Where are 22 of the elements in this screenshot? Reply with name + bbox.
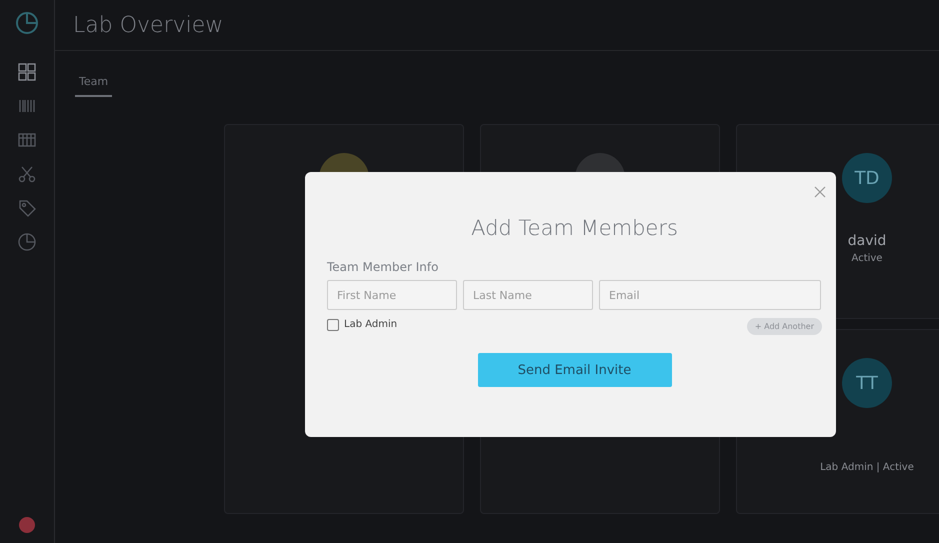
member-avatar: TD — [842, 153, 892, 203]
lab-admin-checkbox[interactable]: Lab Admin — [327, 318, 398, 330]
member-name: david — [848, 233, 886, 249]
page-title: Lab Overview — [73, 12, 224, 38]
dialog-title: Add Team Members — [470, 216, 679, 240]
sidebar-tag-icon[interactable] — [17, 198, 37, 218]
member-avatar: TT — [842, 358, 892, 408]
first-name-field[interactable]: First Name — [327, 280, 457, 310]
notification-dot[interactable] — [19, 517, 35, 533]
add-another-button[interactable]: + Add Another — [746, 318, 822, 335]
send-invite-button[interactable]: Send Email Invite — [478, 353, 672, 387]
sidebar-grid-icon[interactable] — [17, 62, 37, 82]
last-name-field[interactable]: Last Name — [463, 280, 593, 310]
email-field[interactable]: Email — [599, 280, 821, 310]
team-tab[interactable]: Team — [75, 69, 112, 97]
logo-icon — [14, 10, 40, 36]
sidebar-chart-icon[interactable] — [17, 232, 37, 252]
member-status: Lab Admin | Active — [820, 462, 914, 473]
sidebar-scissors-icon[interactable] — [17, 164, 37, 184]
close-icon[interactable] — [814, 186, 826, 198]
member-status: Active — [852, 253, 882, 264]
section-label: Team Member Info — [327, 260, 440, 274]
